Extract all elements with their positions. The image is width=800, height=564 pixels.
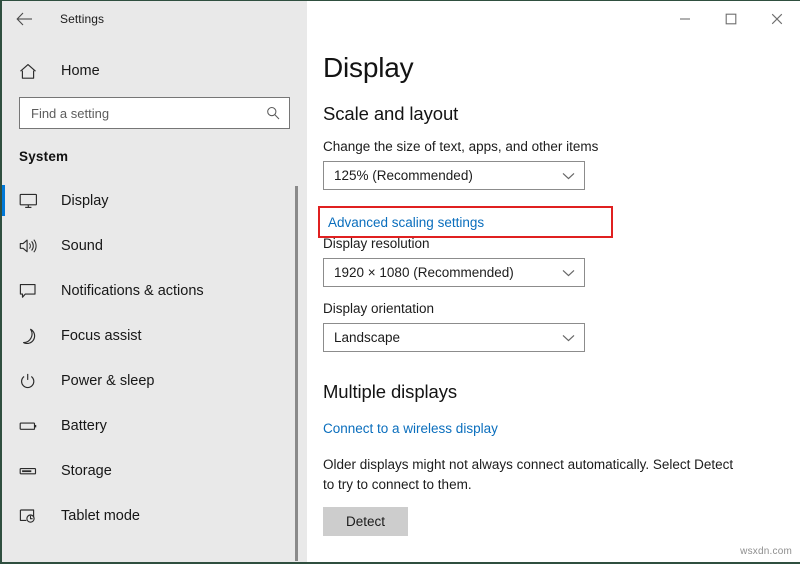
settings-window: Settings xyxy=(0,0,800,564)
sidebar-item-power-sleep[interactable]: Power & sleep xyxy=(2,358,307,403)
wireless-display-link-row: Connect to a wireless display xyxy=(307,420,800,438)
app-title: Settings xyxy=(60,12,104,26)
tablet-mode-icon xyxy=(19,508,49,524)
search-input[interactable] xyxy=(20,98,289,128)
sidebar-scrollbar[interactable] xyxy=(295,186,298,561)
moon-icon xyxy=(19,328,49,344)
search-icon[interactable] xyxy=(266,106,280,120)
sidebar-item-sound[interactable]: Sound xyxy=(2,223,307,268)
scale-and-layout-heading: Scale and layout xyxy=(323,103,800,125)
chevron-down-icon xyxy=(562,334,575,342)
sidebar-item-battery[interactable]: Battery xyxy=(2,403,307,448)
home-icon xyxy=(19,63,49,80)
monitor-icon xyxy=(19,193,49,209)
sidebar-item-focus-assist[interactable]: Focus assist xyxy=(2,313,307,358)
maximize-icon xyxy=(725,13,737,25)
close-button[interactable] xyxy=(754,1,800,36)
sidebar-item-notifications[interactable]: Notifications & actions xyxy=(2,268,307,313)
maximize-button[interactable] xyxy=(708,1,754,36)
sidebar: Home System Displ xyxy=(2,36,307,563)
display-orientation-value: Landscape xyxy=(324,330,400,345)
page-title: Display xyxy=(323,52,800,84)
display-resolution-label: Display resolution xyxy=(323,236,800,251)
main-content: Display Scale and layout Change the size… xyxy=(307,36,800,563)
title-bar-left: Settings xyxy=(2,1,307,36)
close-icon xyxy=(771,13,783,25)
advanced-scaling-settings-highlight[interactable]: Advanced scaling settings xyxy=(318,206,613,238)
back-arrow-icon xyxy=(16,12,33,26)
sidebar-item-battery-label: Battery xyxy=(61,418,107,434)
multiple-displays-heading: Multiple displays xyxy=(323,381,800,403)
minimize-button[interactable] xyxy=(662,1,708,36)
caption-button-group xyxy=(662,1,800,36)
sidebar-item-tablet-mode[interactable]: Tablet mode xyxy=(2,493,307,538)
sidebar-item-power-sleep-label: Power & sleep xyxy=(61,373,155,389)
sidebar-item-tablet-mode-label: Tablet mode xyxy=(61,508,140,524)
search-box[interactable] xyxy=(19,97,290,129)
sidebar-nav-list: Display Sound xyxy=(2,178,307,538)
sidebar-item-display-label: Display xyxy=(61,193,109,209)
power-icon xyxy=(19,373,49,389)
advanced-scaling-settings-link[interactable]: Advanced scaling settings xyxy=(320,215,484,230)
text-size-label: Change the size of text, apps, and other… xyxy=(323,139,800,154)
display-resolution-value: 1920 × 1080 (Recommended) xyxy=(324,265,514,280)
detect-description: Older displays might not always connect … xyxy=(323,455,743,495)
chevron-down-icon xyxy=(562,269,575,277)
speaker-icon xyxy=(19,238,49,254)
scale-percent-dropdown[interactable]: 125% (Recommended) xyxy=(323,161,585,190)
storage-icon xyxy=(19,463,49,479)
sidebar-item-notifications-label: Notifications & actions xyxy=(61,283,204,299)
sidebar-item-storage-label: Storage xyxy=(61,463,112,479)
sidebar-item-home-label: Home xyxy=(61,63,100,79)
connect-wireless-display-link[interactable]: Connect to a wireless display xyxy=(323,421,498,436)
sidebar-item-focus-assist-label: Focus assist xyxy=(61,328,142,344)
chevron-down-icon xyxy=(562,172,575,180)
display-resolution-dropdown[interactable]: 1920 × 1080 (Recommended) xyxy=(323,258,585,287)
title-bar: Settings xyxy=(2,1,800,36)
sidebar-item-sound-label: Sound xyxy=(61,238,103,254)
detect-button[interactable]: Detect xyxy=(323,507,408,536)
sidebar-item-display[interactable]: Display xyxy=(2,178,307,223)
sidebar-item-storage[interactable]: Storage xyxy=(2,448,307,493)
back-button[interactable] xyxy=(2,1,46,36)
battery-icon xyxy=(19,418,49,434)
display-orientation-dropdown[interactable]: Landscape xyxy=(323,323,585,352)
notification-icon xyxy=(19,283,49,299)
scale-percent-value: 125% (Recommended) xyxy=(324,168,473,183)
sidebar-item-home[interactable]: Home xyxy=(2,50,307,92)
minimize-icon xyxy=(679,13,691,25)
sidebar-section-title: System xyxy=(19,149,307,164)
display-orientation-label: Display orientation xyxy=(323,301,800,316)
watermark: wsxdn.com xyxy=(740,546,792,557)
